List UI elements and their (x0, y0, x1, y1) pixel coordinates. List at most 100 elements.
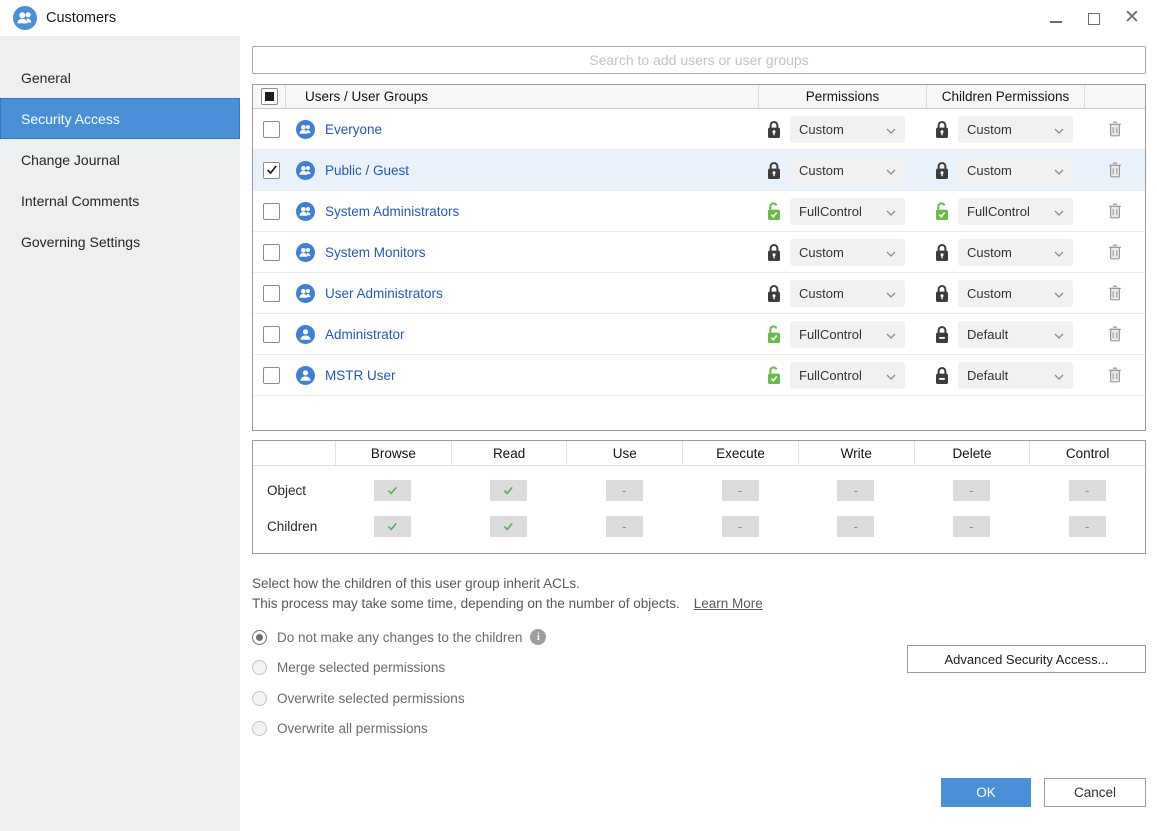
permissions-value: Custom (799, 286, 844, 301)
trash-icon[interactable] (1108, 121, 1122, 137)
trash-icon[interactable] (1108, 367, 1122, 383)
matrix-cell-none[interactable]: - (1069, 516, 1106, 537)
chevron-down-icon (1054, 204, 1064, 219)
locked-icon[interactable] (766, 161, 782, 180)
permissions-matrix: BrowseReadUseExecuteWriteDeleteControl O… (252, 440, 1146, 554)
radio-button[interactable] (252, 691, 267, 706)
user-name[interactable]: MSTR User (325, 368, 396, 383)
sidebar-item-security-access[interactable]: Security Access (0, 98, 240, 139)
user-name[interactable]: System Administrators (325, 204, 459, 219)
locked-icon[interactable] (766, 120, 782, 139)
permissions-dropdown[interactable]: Custom (790, 116, 905, 143)
trash-icon[interactable] (1108, 285, 1122, 301)
matrix-cell-granted[interactable] (490, 480, 527, 501)
select-all-checkbox[interactable] (261, 88, 278, 105)
ok-button[interactable]: OK (941, 778, 1031, 807)
chevron-down-icon (1054, 122, 1064, 137)
cancel-button[interactable]: Cancel (1044, 778, 1146, 807)
matrix-cell-none[interactable]: - (953, 516, 990, 537)
children-permissions-dropdown[interactable]: Custom (958, 116, 1073, 143)
trash-icon[interactable] (1108, 162, 1122, 178)
matrix-cell-granted[interactable] (374, 516, 411, 537)
matrix-cell-none[interactable]: - (837, 480, 874, 501)
trash-icon[interactable] (1108, 326, 1122, 342)
advanced-security-access-button[interactable]: Advanced Security Access... (907, 645, 1146, 673)
radio-button[interactable] (252, 630, 267, 645)
radio-option-overwrite-all-permissions[interactable]: Overwrite all permissions (252, 714, 546, 745)
permissions-dropdown[interactable]: Custom (790, 239, 905, 266)
matrix-cell-none[interactable]: - (722, 516, 759, 537)
permissions-dropdown[interactable]: FullControl (790, 362, 905, 389)
row-checkbox[interactable] (263, 285, 280, 302)
trash-icon[interactable] (1108, 244, 1122, 260)
locked-icon[interactable] (934, 120, 950, 139)
locked-icon[interactable] (766, 243, 782, 262)
children-permissions-dropdown[interactable]: Custom (958, 239, 1073, 266)
sidebar-item-general[interactable]: General (0, 57, 240, 98)
locked-icon[interactable] (934, 161, 950, 180)
matrix-cell-granted[interactable] (490, 516, 527, 537)
matrix-cell-none[interactable]: - (837, 516, 874, 537)
chevron-down-icon (1054, 286, 1064, 301)
locked-icon[interactable] (934, 243, 950, 262)
radio-option-merge-selected-permissions[interactable]: Merge selected permissions (252, 653, 546, 684)
trash-icon[interactable] (1108, 203, 1122, 219)
learn-more-link[interactable]: Learn More (694, 596, 763, 611)
children-permissions-dropdown[interactable]: Custom (958, 280, 1073, 307)
row-checkbox[interactable] (263, 162, 280, 179)
matrix-cell-none[interactable]: - (722, 480, 759, 501)
row-checkbox[interactable] (263, 244, 280, 261)
permissions-dropdown[interactable]: Custom (790, 280, 905, 307)
sidebar-item-governing-settings[interactable]: Governing Settings (0, 221, 240, 262)
radio-option-overwrite-selected-permissions[interactable]: Overwrite selected permissions (252, 683, 546, 714)
users-table-header: Users / User Groups Permissions Children… (253, 85, 1145, 109)
children-permissions-value: Custom (967, 245, 1012, 260)
locked-icon[interactable] (766, 284, 782, 303)
matrix-cell-none[interactable]: - (606, 516, 643, 537)
unlocked-granted-icon[interactable] (934, 202, 950, 221)
matrix-cell-none[interactable]: - (606, 480, 643, 501)
permissions-value: Custom (799, 163, 844, 178)
chevron-down-icon (1054, 368, 1064, 383)
user-row: User Administrators Custom Custom (253, 273, 1145, 314)
search-input[interactable] (253, 47, 1145, 73)
radio-button[interactable] (252, 660, 267, 675)
locked-icon[interactable] (934, 284, 950, 303)
matrix-cell-none[interactable]: - (953, 480, 990, 501)
unlocked-granted-icon[interactable] (766, 366, 782, 385)
sidebar-item-internal-comments[interactable]: Internal Comments (0, 180, 240, 221)
user-name[interactable]: System Monitors (325, 245, 426, 260)
matrix-column-write: Write (798, 441, 914, 465)
permissions-dropdown[interactable]: Custom (790, 157, 905, 184)
radio-option-do-not-make-any-changes-to-the-children[interactable]: Do not make any changes to the childreni (252, 622, 546, 653)
row-checkbox[interactable] (263, 121, 280, 138)
matrix-row-children: Children - - - - - (253, 508, 1145, 544)
permissions-dropdown[interactable]: FullControl (790, 321, 905, 348)
children-permissions-dropdown[interactable]: Custom (958, 157, 1073, 184)
unlocked-granted-icon[interactable] (766, 202, 782, 221)
sidebar-item-change-journal[interactable]: Change Journal (0, 139, 240, 180)
permissions-dropdown[interactable]: FullControl (790, 198, 905, 225)
matrix-cell-granted[interactable] (374, 480, 411, 501)
locked-default-icon[interactable] (934, 325, 950, 344)
children-permissions-dropdown[interactable]: Default (958, 362, 1073, 389)
close-button[interactable]: ✕ (1125, 11, 1139, 25)
row-checkbox[interactable] (263, 326, 280, 343)
unlocked-granted-icon[interactable] (766, 325, 782, 344)
user-name[interactable]: Everyone (325, 122, 382, 137)
maximize-button[interactable] (1087, 11, 1101, 25)
children-permissions-dropdown[interactable]: FullControl (958, 198, 1073, 225)
user-name[interactable]: Public / Guest (325, 163, 409, 178)
matrix-column-use: Use (566, 441, 682, 465)
info-icon[interactable]: i (530, 629, 546, 645)
user-name[interactable]: Administrator (325, 327, 405, 342)
user-name[interactable]: User Administrators (325, 286, 443, 301)
row-checkbox[interactable] (263, 203, 280, 220)
matrix-cell-none[interactable]: - (1069, 480, 1106, 501)
locked-default-icon[interactable] (934, 366, 950, 385)
row-checkbox[interactable] (263, 367, 280, 384)
minimize-button[interactable] (1049, 11, 1063, 25)
user-row: Public / Guest Custom Custom (253, 150, 1145, 191)
children-permissions-dropdown[interactable]: Default (958, 321, 1073, 348)
radio-button[interactable] (252, 721, 267, 736)
